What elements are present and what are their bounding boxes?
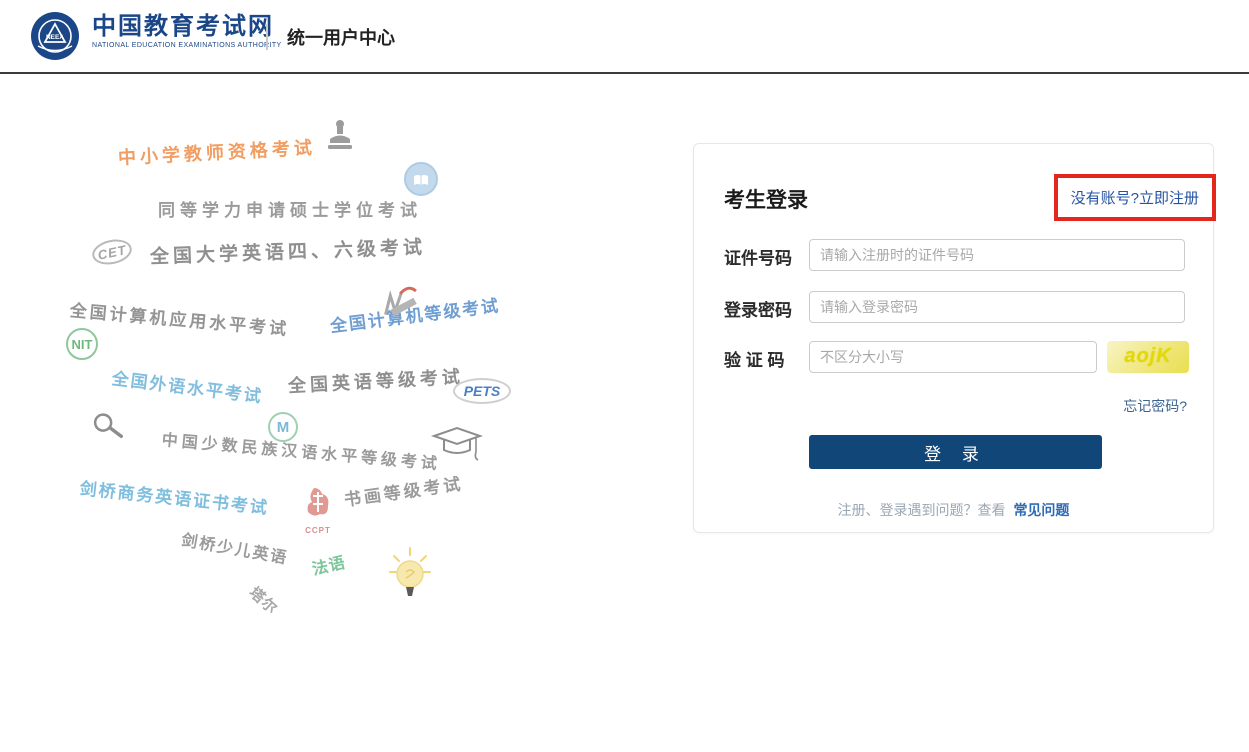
password-input[interactable] <box>809 291 1185 323</box>
id-number-label: 证件号码 <box>724 244 792 269</box>
pets-badge-icon: PETS <box>453 378 511 404</box>
captcha-label: 验 证 码 <box>724 346 784 371</box>
collage-text-tongdeng-exam: 同等学力申请硕士学位考试 <box>158 196 422 221</box>
exam-collage: 中小学教师资格考试 同等学力申请硕士学位考试 全国大学英语四、六级考试 全国计算… <box>0 74 660 694</box>
help-line: 注册、登录遇到问题？查看 常见问题 <box>694 500 1213 520</box>
header-divider <box>266 24 268 50</box>
collage-text-tar: 塔尔 <box>245 582 283 619</box>
ncre-logo-icon <box>375 282 425 326</box>
page: NEEA 中国教育考试网 NATIONAL EDUCATION EXAMINAT… <box>0 0 1249 752</box>
help-text: 注册、登录遇到问题？查看 <box>838 502 1006 518</box>
nit-badge-icon: NIT <box>66 328 98 360</box>
id-number-row: 证件号码 <box>724 239 1185 271</box>
section-title: 统一用户中心 <box>287 24 395 50</box>
collage-text-mhk-exam: 中国少数民族汉语水平等级考试 <box>161 426 442 474</box>
collage-text-nit-exam: 全国计算机应用水平考试 <box>69 296 290 340</box>
lightbulb-icon <box>386 546 434 607</box>
captcha-row: 验 证 码 aojK <box>724 341 1185 373</box>
login-button[interactable]: 登 录 <box>809 435 1102 469</box>
mhk-badge-icon: M <box>268 412 298 442</box>
id-number-input[interactable] <box>809 239 1185 271</box>
book-badge-icon <box>404 162 438 196</box>
collage-text-wsk-exam: 全国外语水平考试 <box>110 364 264 407</box>
brand-subtitle: NATIONAL EDUCATION EXAMINATIONS AUTHORIT… <box>92 42 282 49</box>
collage-text-pets-exam: 全国英语等级考试 <box>287 363 464 398</box>
brand-title: 中国教育考试网 <box>92 14 282 40</box>
collage-text-yle-exam: 剑桥少儿英语 <box>180 526 291 568</box>
header: NEEA 中国教育考试网 NATIONAL EDUCATION EXAMINAT… <box>0 0 1249 74</box>
captcha-input[interactable] <box>809 341 1097 373</box>
faq-link[interactable]: 常见问题 <box>1013 502 1069 518</box>
graduation-cap-icon <box>430 422 484 469</box>
password-label: 登录密码 <box>724 296 792 321</box>
login-title: 考生登录 <box>724 184 808 214</box>
collage-text-french: 法语 <box>309 549 348 580</box>
forgot-password-link[interactable]: 忘记密码? <box>1123 396 1187 416</box>
collage-text-ccpt-exam: 书画等级考试 <box>342 469 464 510</box>
register-highlight-box: 没有账号?立即注册 <box>1054 174 1216 221</box>
brand-block: 中国教育考试网 NATIONAL EDUCATION EXAMINATIONS … <box>92 14 282 49</box>
ccpt-label: CCPT <box>304 526 332 535</box>
collage-text-teacher-exam: 中小学教师资格考试 <box>117 134 316 170</box>
ccpt-logo-icon: CCPT <box>304 486 332 535</box>
register-link[interactable]: 没有账号?立即注册 <box>1071 190 1199 207</box>
neea-logo-icon: NEEA <box>30 11 80 61</box>
password-row: 登录密码 <box>724 291 1185 323</box>
login-card: 考生登录 没有账号?立即注册 证件号码 登录密码 验 证 码 aojK 忘记密码… <box>693 143 1214 533</box>
collage-text-bec-exam: 剑桥商务英语证书考试 <box>79 474 271 519</box>
cet-badge-icon: CET <box>90 236 134 268</box>
stamp-icon <box>322 118 358 159</box>
collage-text-cet-exam: 全国大学英语四、六级考试 <box>150 232 427 269</box>
svg-text:NEEA: NEEA <box>46 34 64 41</box>
captcha-image[interactable]: aojK <box>1107 341 1189 373</box>
magnifier-icon <box>90 408 127 449</box>
